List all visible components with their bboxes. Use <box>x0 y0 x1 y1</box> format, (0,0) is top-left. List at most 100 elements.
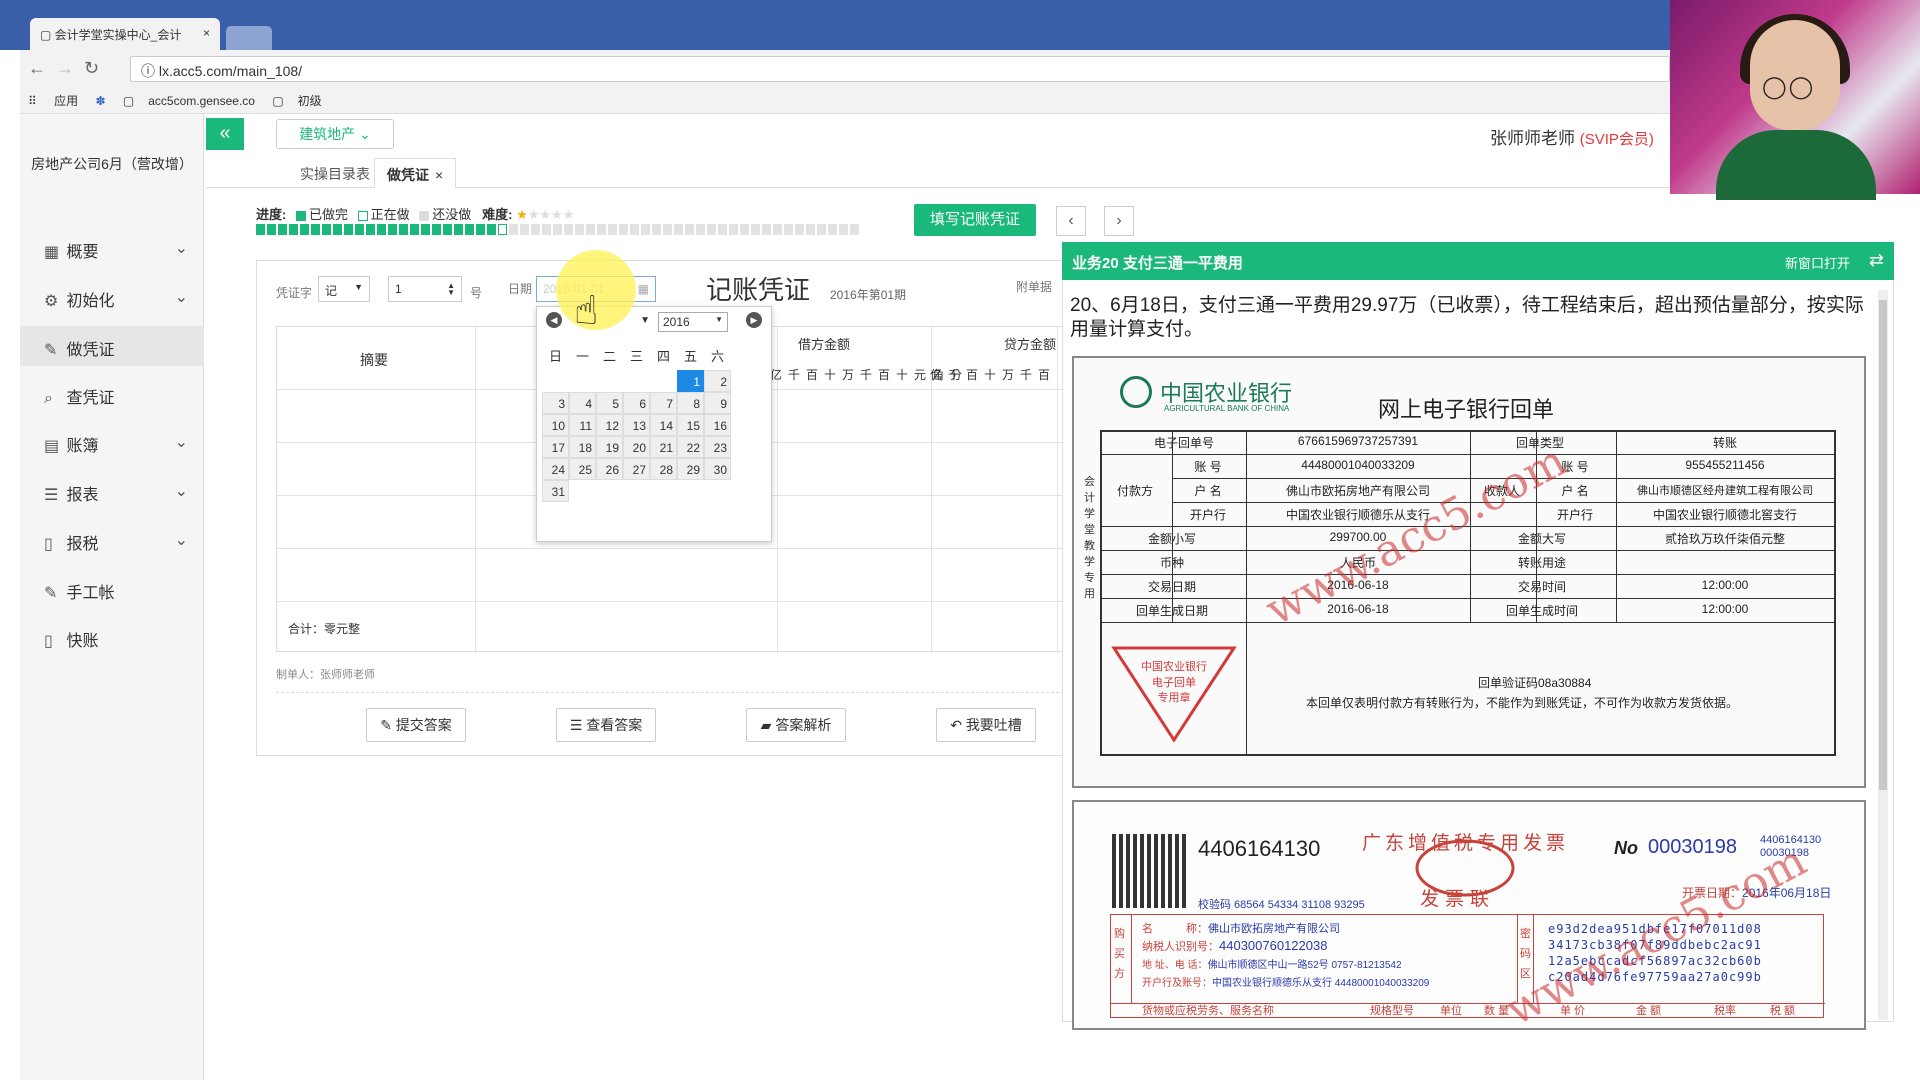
address-bar[interactable]: ⓘ lx.acc5.com/main_108/ <box>130 56 1670 82</box>
bookmark-gensee[interactable]: acc5com.gensee.co <box>148 94 255 108</box>
collapse-sidebar-button[interactable]: « <box>206 118 244 150</box>
progress-cell[interactable] <box>388 224 397 235</box>
calendar-day[interactable]: 27 <box>623 458 650 480</box>
progress-cell[interactable] <box>696 224 705 235</box>
progress-cell[interactable] <box>531 224 540 235</box>
calendar-day[interactable]: 1 <box>677 370 704 392</box>
calendar-day[interactable]: 5 <box>596 392 623 414</box>
calendar-day[interactable]: 10 <box>542 414 569 436</box>
progress-cell[interactable] <box>564 224 573 235</box>
progress-cell[interactable] <box>267 224 276 235</box>
progress-cell[interactable] <box>311 224 320 235</box>
open-new-window-link[interactable]: 新窗口打开 <box>1785 253 1850 272</box>
progress-cell[interactable] <box>366 224 375 235</box>
calendar-day[interactable]: 25 <box>569 458 596 480</box>
progress-cell[interactable] <box>619 224 628 235</box>
progress-cell[interactable] <box>278 224 287 235</box>
progress-cell[interactable] <box>773 224 782 235</box>
sidebar-item-manual[interactable]: ✎ 手工帐 <box>20 569 204 609</box>
reload-icon[interactable]: ↻ <box>84 58 99 79</box>
progress-cell[interactable] <box>432 224 441 235</box>
calendar-day[interactable]: 2 <box>704 370 731 392</box>
calendar-day[interactable]: 26 <box>596 458 623 480</box>
calendar-icon[interactable]: ▦ <box>638 282 649 296</box>
progress-cell[interactable] <box>553 224 562 235</box>
progress-cell[interactable] <box>289 224 298 235</box>
calendar-day[interactable]: 30 <box>704 458 731 480</box>
progress-cell[interactable] <box>465 224 474 235</box>
calendar-day[interactable]: 6 <box>623 392 650 414</box>
progress-cell[interactable] <box>575 224 584 235</box>
fill-voucher-button[interactable]: 填写记账凭证 <box>914 204 1036 236</box>
bookmark-junior[interactable]: 初级 <box>298 94 322 108</box>
calendar-day[interactable]: 11 <box>569 414 596 436</box>
calendar-day[interactable]: 18 <box>569 436 596 458</box>
progress-cell[interactable] <box>256 224 265 235</box>
calendar-day[interactable]: 13 <box>623 414 650 436</box>
prev-business-button[interactable]: ‹ <box>1056 206 1086 236</box>
progress-cell[interactable] <box>674 224 683 235</box>
progress-cell[interactable] <box>630 224 639 235</box>
progress-cell[interactable] <box>509 224 518 235</box>
progress-cell[interactable] <box>421 224 430 235</box>
progress-cell[interactable] <box>498 224 507 235</box>
industry-dropdown[interactable]: 建筑地产 ⌄ <box>276 119 394 149</box>
progress-cell[interactable] <box>718 224 727 235</box>
tab-catalog[interactable]: 实操目录表 <box>288 158 382 188</box>
calendar-day[interactable]: 16 <box>704 414 731 436</box>
calendar-day[interactable]: 23 <box>704 436 731 458</box>
calendar-day[interactable]: 12 <box>596 414 623 436</box>
progress-cell[interactable] <box>817 224 826 235</box>
progress-cell[interactable] <box>740 224 749 235</box>
progress-cell[interactable] <box>608 224 617 235</box>
voucher-word-select[interactable]: 记 ▼ <box>318 276 370 302</box>
apps-icon[interactable]: ⠿ <box>28 94 40 108</box>
progress-cell[interactable] <box>454 224 463 235</box>
answer-analysis-button[interactable]: ▰ 答案解析 <box>746 708 846 742</box>
close-icon[interactable]: × <box>435 167 443 183</box>
calendar-day[interactable]: 22 <box>677 436 704 458</box>
stepper-arrows-icon[interactable]: ▲ ▼ <box>447 282 455 297</box>
sidebar-item-reports[interactable]: ☰ 报表 ⌄ <box>20 471 204 511</box>
progress-cell[interactable] <box>487 224 496 235</box>
progress-cell[interactable] <box>762 224 771 235</box>
calendar-day[interactable]: 24 <box>542 458 569 480</box>
progress-cell[interactable] <box>641 224 650 235</box>
bookmark-apps[interactable]: 应用 <box>54 94 78 108</box>
sidebar-item-overview[interactable]: ▦ 概要 ⌄ <box>20 228 204 268</box>
progress-cell[interactable] <box>410 224 419 235</box>
progress-cell[interactable] <box>377 224 386 235</box>
calendar-day[interactable]: 14 <box>650 414 677 436</box>
swap-icon[interactable]: ⇄ <box>1869 250 1884 271</box>
progress-cell[interactable] <box>663 224 672 235</box>
progress-cell[interactable] <box>795 224 804 235</box>
calendar-day[interactable]: 4 <box>569 392 596 414</box>
calendar-day[interactable]: 7 <box>650 392 677 414</box>
calendar-day[interactable]: 3 <box>542 392 569 414</box>
next-business-button[interactable]: › <box>1104 206 1134 236</box>
back-icon[interactable]: ← <box>28 58 46 79</box>
progress-cell[interactable] <box>751 224 760 235</box>
calendar-day[interactable]: 21 <box>650 436 677 458</box>
progress-cell[interactable] <box>839 224 848 235</box>
calendar-day[interactable]: 20 <box>623 436 650 458</box>
progress-cell[interactable] <box>652 224 661 235</box>
forward-icon[interactable]: → <box>56 58 74 79</box>
calendar-day[interactable]: 9 <box>704 392 731 414</box>
tab-make-voucher[interactable]: 做凭证 × <box>374 158 457 188</box>
progress-cell[interactable] <box>520 224 529 235</box>
progress-cell[interactable] <box>850 224 859 235</box>
calendar-day[interactable]: 29 <box>677 458 704 480</box>
scrollbar-thumb[interactable] <box>1879 300 1887 790</box>
submit-answer-button[interactable]: ✎ 提交答案 <box>366 708 466 742</box>
complain-button[interactable]: ↶ 我要吐槽 <box>936 708 1036 742</box>
progress-cell[interactable] <box>806 224 815 235</box>
progress-cell[interactable] <box>707 224 716 235</box>
calendar-day[interactable]: 8 <box>677 392 704 414</box>
progress-cell[interactable] <box>333 224 342 235</box>
progress-cell[interactable] <box>586 224 595 235</box>
sidebar-item-quick[interactable]: ▯ 快账 <box>20 617 204 657</box>
sidebar-item-tax[interactable]: ▯ 报税 ⌄ <box>20 520 204 560</box>
sidebar-item-query-voucher[interactable]: ⌕ 查凭证 <box>20 374 204 414</box>
progress-cell[interactable] <box>300 224 309 235</box>
